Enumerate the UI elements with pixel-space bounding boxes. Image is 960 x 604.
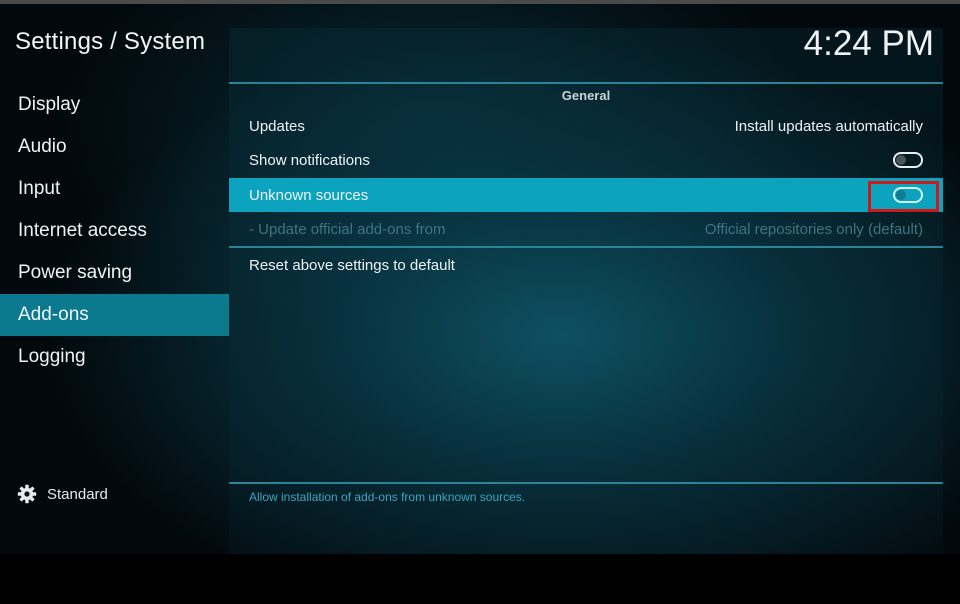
- setting-update-official-addons: - Update official add-ons from Official …: [229, 212, 943, 246]
- sidebar-item-input[interactable]: Input: [0, 168, 229, 210]
- setting-show-notifications[interactable]: Show notifications: [229, 143, 943, 177]
- toggle-knob: [896, 155, 906, 165]
- setting-value: Official repositories only (default): [704, 220, 923, 238]
- sidebar-item-label: Internet access: [18, 220, 147, 241]
- notifications-toggle[interactable]: [893, 152, 923, 168]
- divider: [229, 482, 943, 484]
- setting-label: Updates: [249, 117, 305, 135]
- section-header-general: General: [561, 88, 611, 103]
- kodi-settings-screen: Settings / System 4:24 PM Display Audio …: [0, 4, 960, 554]
- help-text: Allow installation of add-ons from unkno…: [249, 490, 526, 504]
- settings-panel: [229, 28, 943, 554]
- setting-value: Install updates automatically: [734, 117, 923, 135]
- sidebar: Display Audio Input Internet access Powe…: [0, 84, 229, 378]
- annotation-highlight-box: [868, 181, 939, 212]
- setting-label: - Update official add-ons from: [249, 220, 446, 238]
- clock: 4:24 PM: [803, 24, 934, 63]
- setting-label: Show notifications: [249, 151, 370, 169]
- page-title: Settings / System: [15, 28, 206, 55]
- sidebar-item-display[interactable]: Display: [0, 84, 229, 126]
- sidebar-item-power-saving[interactable]: Power saving: [0, 252, 229, 294]
- setting-unknown-sources[interactable]: Unknown sources: [229, 178, 943, 212]
- sidebar-item-label: Input: [18, 178, 61, 199]
- gear-icon: [17, 484, 37, 504]
- reset-label: Reset above settings to default: [249, 256, 455, 274]
- divider: [229, 82, 943, 84]
- setting-updates[interactable]: Updates Install updates automatically: [229, 109, 943, 143]
- sidebar-item-label: Power saving: [18, 262, 133, 283]
- sidebar-item-audio[interactable]: Audio: [0, 126, 229, 168]
- sidebar-item-label: Display: [18, 94, 81, 115]
- sidebar-item-label: Audio: [18, 136, 67, 157]
- sidebar-item-internet-access[interactable]: Internet access: [0, 210, 229, 252]
- reset-settings-button[interactable]: Reset above settings to default: [229, 248, 943, 282]
- setting-label: Unknown sources: [249, 186, 369, 204]
- sidebar-item-label: Add-ons: [18, 304, 89, 325]
- sidebar-item-add-ons[interactable]: Add-ons: [0, 294, 229, 336]
- settings-level-button[interactable]: Standard: [17, 483, 108, 505]
- settings-level-label: Standard: [47, 485, 108, 503]
- sidebar-item-logging[interactable]: Logging: [0, 336, 229, 378]
- sidebar-item-label: Logging: [18, 346, 86, 367]
